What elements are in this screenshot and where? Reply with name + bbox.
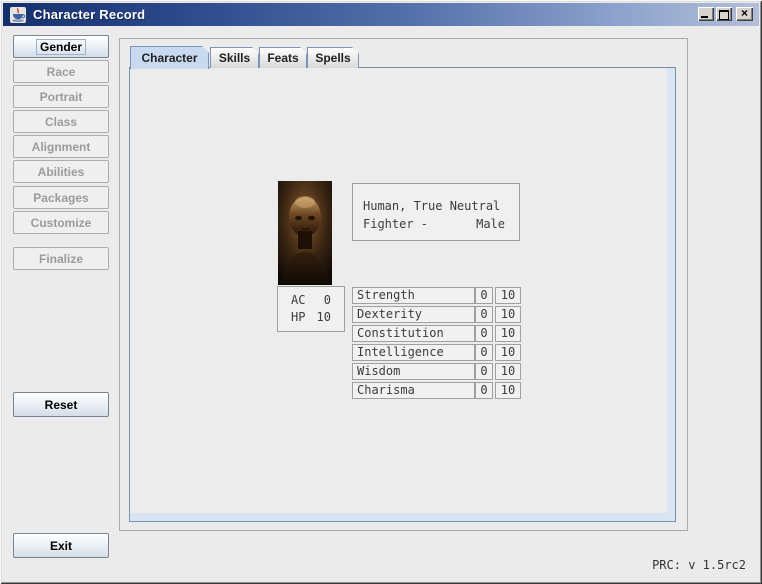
ability-name-field: Charisma (352, 382, 475, 399)
ability-name-field: Strength (352, 287, 475, 304)
maximize-icon[interactable] (716, 7, 732, 21)
window-controls: × (696, 7, 753, 21)
ability-score-field: 10 (495, 306, 521, 323)
hp-label: HP (291, 309, 305, 325)
java-icon (10, 7, 26, 23)
title-bar[interactable]: Character Record × (3, 3, 759, 26)
ability-modifier-field: 0 (475, 382, 493, 399)
sidebar-button-race[interactable]: Race (13, 60, 109, 83)
hp-value: 10 (317, 309, 331, 325)
minimize-icon[interactable] (698, 7, 714, 21)
tab-feats[interactable]: Feats (259, 47, 307, 68)
sidebar-button-abilities[interactable]: Abilities (13, 160, 109, 183)
ability-score-field: 10 (495, 363, 521, 380)
ability-modifier-field: 0 (475, 344, 493, 361)
sidebar-button-portrait[interactable]: Portrait (13, 85, 109, 108)
ability-modifier-field: 0 (475, 306, 493, 323)
version-status-label: PRC: v 1.5rc2 (652, 558, 746, 572)
ability-modifier-field: 0 (475, 325, 493, 342)
ac-label: AC (291, 292, 305, 308)
sidebar-button-packages[interactable]: Packages (13, 186, 109, 209)
sidebar-button-alignment[interactable]: Alignment (13, 135, 109, 158)
sidebar-button-class[interactable]: Class (13, 110, 109, 133)
exit-button[interactable]: Exit (13, 533, 109, 558)
sidebar-button-customize[interactable]: Customize (13, 211, 109, 234)
ability-score-field: 10 (495, 325, 521, 342)
ability-score-field: 10 (495, 344, 521, 361)
tab-skills[interactable]: Skills (210, 47, 259, 68)
character-record-window: Character Record × Gender Race Portrait … (0, 0, 762, 584)
sidebar-button-gender[interactable]: Gender (13, 35, 109, 58)
summary-gender: Male (476, 215, 505, 233)
character-portrait-image (278, 181, 332, 285)
ability-modifier-field: 0 (475, 287, 493, 304)
panel-inner-strip-right (667, 68, 675, 521)
ability-modifier-field: 0 (475, 363, 493, 380)
ac-hp-box: AC 0 HP 10 (277, 286, 345, 332)
summary-class: Fighter - (363, 215, 428, 233)
ability-name-field: Dexterity (352, 306, 475, 323)
summary-race-alignment: Human, True Neutral (363, 197, 509, 215)
close-icon[interactable]: × (736, 7, 753, 21)
panel-inner-strip-bottom (130, 513, 675, 521)
character-summary-box: Human, True Neutral Fighter - Male (352, 183, 520, 241)
reset-button[interactable]: Reset (13, 392, 109, 417)
tab-character[interactable]: Character (130, 46, 209, 69)
ability-name-field: Wisdom (352, 363, 475, 380)
ability-score-field: 10 (495, 382, 521, 399)
ac-value: 0 (324, 292, 331, 308)
window-title: Character Record (33, 7, 145, 22)
ability-score-field: 10 (495, 287, 521, 304)
ability-name-field: Constitution (352, 325, 475, 342)
ability-name-field: Intelligence (352, 344, 475, 361)
sidebar-button-finalize[interactable]: Finalize (13, 247, 109, 270)
tab-spells[interactable]: Spells (307, 47, 359, 68)
